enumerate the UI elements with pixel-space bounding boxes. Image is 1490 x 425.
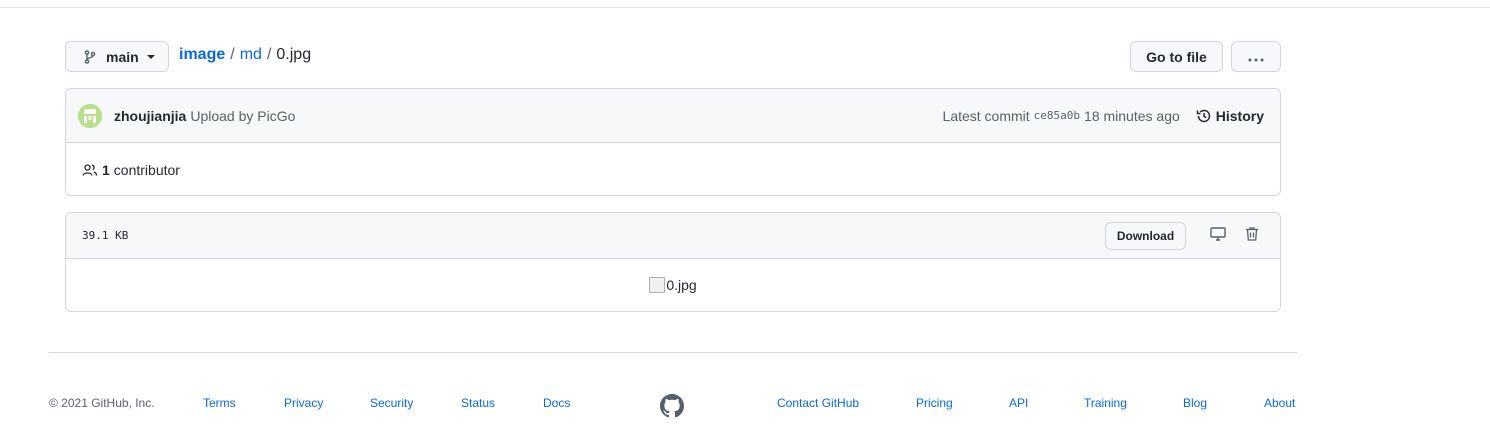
file-header: 39.1 KB Download bbox=[66, 213, 1280, 259]
commit-author-link[interactable]: zhoujianjia bbox=[114, 108, 186, 124]
file-size: 39.1 KB bbox=[82, 229, 129, 242]
github-logo-icon[interactable] bbox=[660, 394, 684, 418]
git-branch-icon bbox=[82, 49, 98, 65]
breadcrumb: image / md / 0.jpg bbox=[179, 46, 311, 64]
footer-link-contact[interactable]: Contact GitHub bbox=[777, 396, 859, 410]
top-divider bbox=[0, 7, 1490, 8]
go-to-file-button[interactable]: Go to file bbox=[1130, 41, 1223, 72]
history-icon bbox=[1196, 108, 1212, 124]
file-actions: Download bbox=[1105, 221, 1264, 250]
file-viewer: 39.1 KB Download 0.jpg bbox=[65, 212, 1281, 312]
footer-link-security[interactable]: Security bbox=[370, 396, 413, 410]
breadcrumb-repo-link[interactable]: image bbox=[179, 46, 225, 64]
commit-sha-link[interactable]: ce85a0b bbox=[1034, 109, 1080, 122]
footer-link-docs[interactable]: Docs bbox=[543, 396, 570, 410]
contributor-count: 1 bbox=[102, 161, 110, 178]
commit-time: 18 minutes ago bbox=[1084, 107, 1180, 124]
commit-meta: Latest commit ce85a0b 18 minutes ago His… bbox=[943, 108, 1264, 124]
delete-file-button[interactable] bbox=[1240, 224, 1264, 248]
branch-select-button[interactable]: main bbox=[65, 41, 169, 72]
breadcrumb-current-file: 0.jpg bbox=[276, 46, 312, 63]
footer-divider bbox=[49, 352, 1297, 353]
file-preview: 0.jpg bbox=[66, 259, 1280, 311]
history-label: History bbox=[1215, 107, 1264, 124]
latest-commit-label: Latest commit bbox=[942, 107, 1030, 124]
breadcrumb-separator: / bbox=[230, 46, 235, 63]
desktop-open-button[interactable] bbox=[1206, 224, 1230, 248]
footer-link-privacy[interactable]: Privacy bbox=[284, 396, 323, 410]
footer-link-pricing[interactable]: Pricing bbox=[916, 396, 953, 410]
device-desktop-icon bbox=[1210, 226, 1226, 245]
commit-message[interactable]: Upload by PicGo bbox=[190, 108, 295, 124]
footer-link-training[interactable]: Training bbox=[1084, 396, 1127, 410]
contributors-row[interactable]: 1 contributor bbox=[66, 143, 1280, 195]
footer-copyright: © 2021 GitHub, Inc. bbox=[49, 396, 155, 410]
branch-name: main bbox=[106, 48, 139, 65]
footer-link-status[interactable]: Status bbox=[461, 396, 495, 410]
chevron-down-icon bbox=[146, 54, 155, 59]
trash-icon bbox=[1244, 226, 1260, 245]
footer-link-terms[interactable]: Terms bbox=[203, 396, 236, 410]
kebab-horizontal-icon bbox=[1248, 49, 1264, 65]
breadcrumb-folder-link[interactable]: md bbox=[240, 46, 262, 64]
more-options-button[interactable] bbox=[1231, 41, 1281, 72]
avatar[interactable] bbox=[78, 103, 102, 128]
footer-link-about[interactable]: About bbox=[1264, 396, 1295, 410]
image-alt-text: 0.jpg bbox=[666, 277, 697, 293]
download-button[interactable]: Download bbox=[1105, 221, 1186, 250]
footer-link-blog[interactable]: Blog bbox=[1183, 396, 1207, 410]
history-link[interactable]: History bbox=[1196, 108, 1264, 124]
footer-link-api[interactable]: API bbox=[1009, 396, 1028, 410]
contributor-label: contributor bbox=[113, 161, 180, 178]
latest-commit-box: zhoujianjia Upload by PicGo Latest commi… bbox=[65, 88, 1281, 196]
image-preview: 0.jpg bbox=[649, 277, 697, 293]
breadcrumb-separator: / bbox=[266, 46, 272, 63]
broken-image-icon bbox=[649, 277, 666, 293]
people-icon bbox=[82, 162, 98, 178]
commit-header: zhoujianjia Upload by PicGo Latest commi… bbox=[66, 89, 1280, 143]
footer: © 2021 GitHub, Inc. Terms Privacy Securi… bbox=[49, 394, 1297, 418]
